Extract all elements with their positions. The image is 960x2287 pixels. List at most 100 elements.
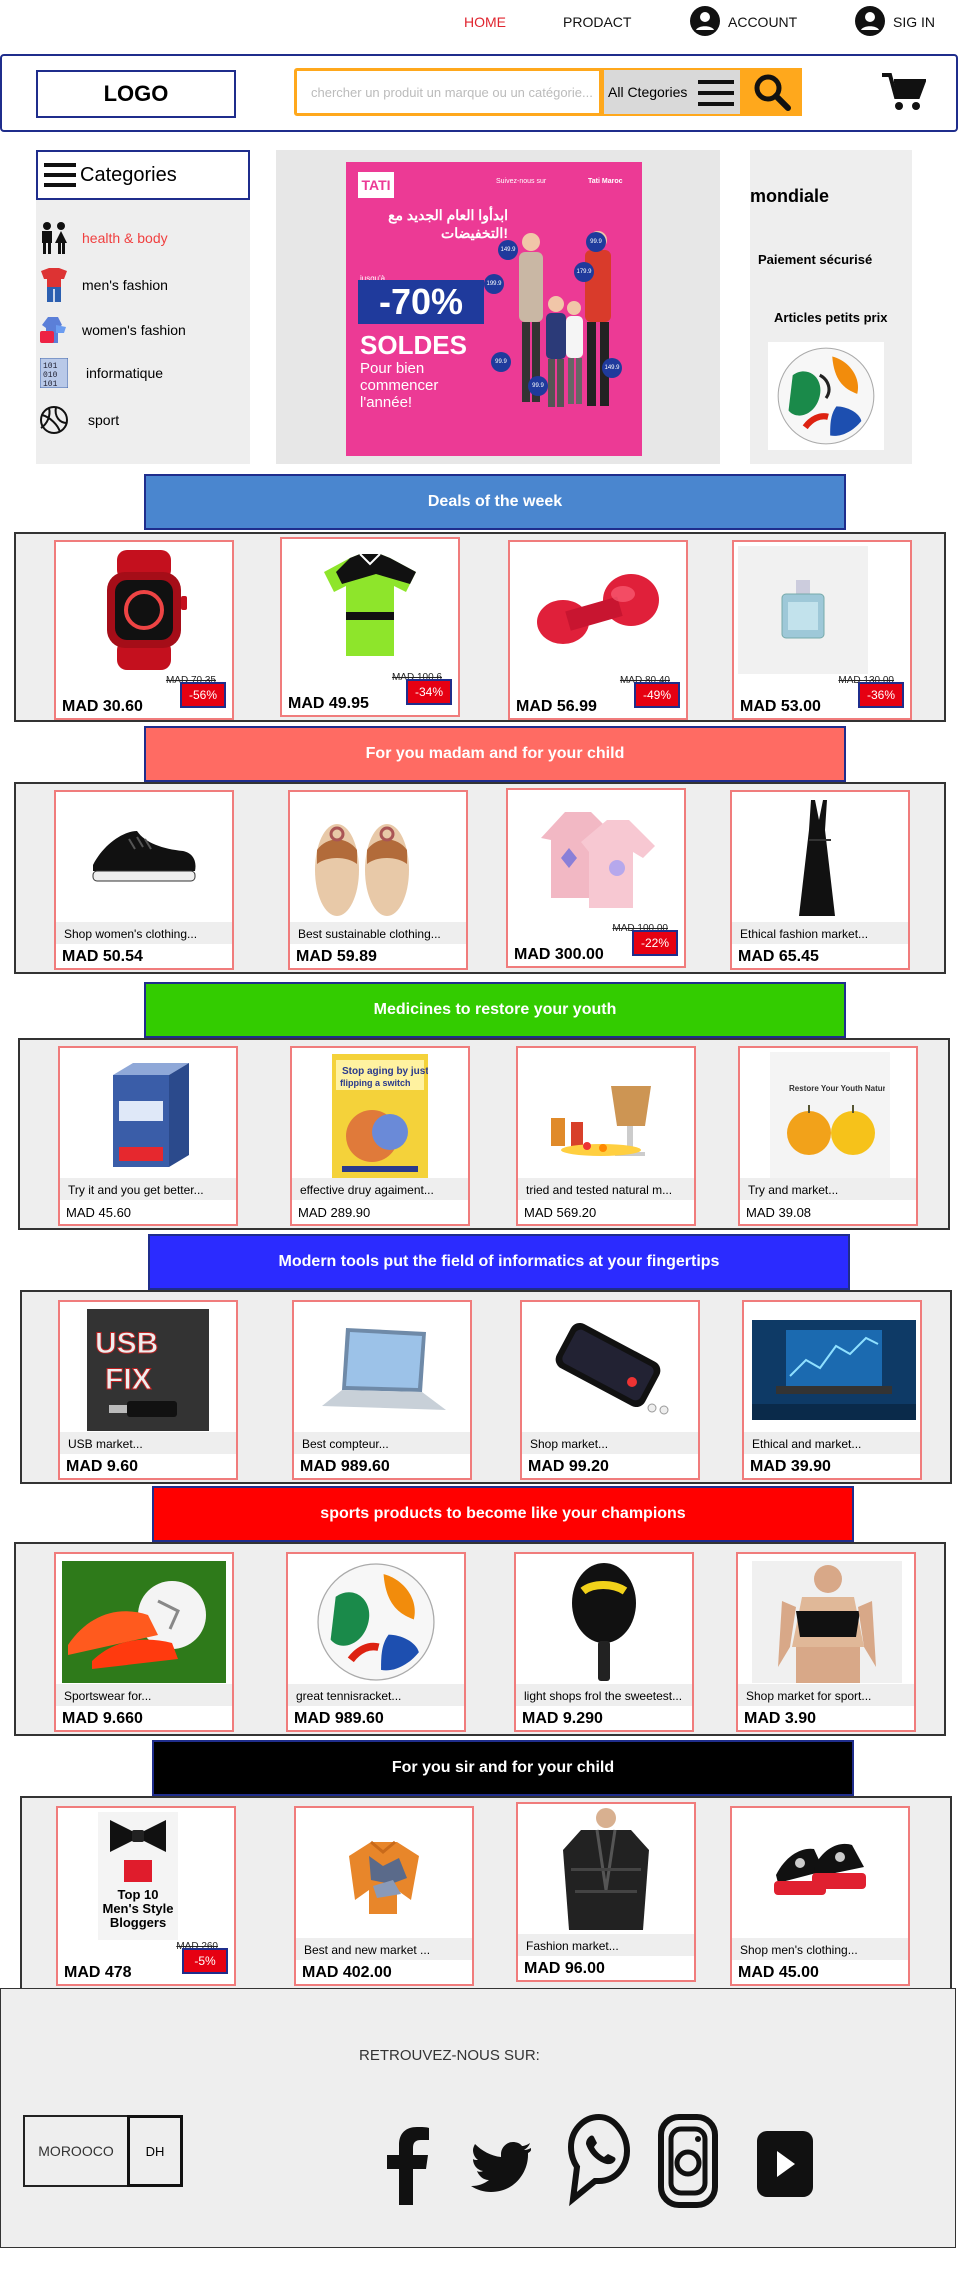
soldes-text: SOLDES	[360, 330, 467, 360]
trading-laptop-icon	[752, 1320, 916, 1420]
price: MAD 989.60	[300, 1458, 390, 1475]
product-card[interactable]: MAD 100.6 MAD 49.95 -34%	[280, 537, 460, 717]
product-card[interactable]: Ethical fashion market... MAD 65.45	[730, 790, 910, 970]
svg-text:USB: USB	[95, 1327, 158, 1360]
smartphone-icon	[555, 1322, 669, 1415]
section-informatics: USB FIX USB market... MAD 9.60 Best compt…	[20, 1290, 952, 1484]
menu-icon	[698, 80, 734, 106]
country-selector[interactable]: MOROOCO	[23, 2115, 129, 2187]
twitter-icon[interactable]	[471, 2129, 531, 2207]
product-image	[294, 1558, 458, 1686]
product-image	[752, 1306, 916, 1434]
price-tag: 149.9	[602, 358, 622, 378]
product-card[interactable]: Top 10 Men's Style Bloggers MAD 260 MAD …	[56, 1806, 236, 1986]
section-madam: Shop women's clothing... MAD 50.54 Best …	[14, 782, 946, 974]
section-title-informatics: Modern tools put the field of informatic…	[148, 1234, 850, 1290]
product-image	[302, 1812, 466, 1940]
people-icon	[42, 222, 67, 254]
discount-badge: -56%	[180, 682, 226, 708]
category-label: health & body	[82, 230, 168, 246]
signin-user-icon[interactable]	[855, 6, 885, 36]
product-card[interactable]: MAD 80.40 MAD 56.99 -49%	[508, 540, 688, 720]
product-image	[62, 796, 226, 924]
ball-icon	[40, 406, 68, 434]
search-input[interactable]: chercher un produit un marque ou un caté…	[294, 68, 602, 116]
product-desc: Shop market for sport...	[738, 1684, 914, 1706]
whatsapp-icon[interactable]	[567, 2113, 631, 2207]
product-card[interactable]: Shop market for sport... MAD 3.90	[736, 1552, 916, 1732]
sandals-icon	[315, 824, 409, 916]
site-header: LOGO chercher un produit un marque ou un…	[0, 54, 958, 132]
product-card[interactable]: Stop aging by just flipping a switch effe…	[290, 1046, 470, 1226]
platform-shoes-icon	[774, 1843, 866, 1895]
nav-account[interactable]: ACCOUNT	[728, 14, 797, 30]
nav-signin[interactable]: SIG IN	[893, 14, 935, 30]
sneaker-icon	[92, 831, 196, 882]
product-card[interactable]: tried and tested natural m... MAD 569.20	[516, 1046, 696, 1226]
category-label: informatique	[86, 365, 164, 381]
product-image	[528, 1306, 692, 1434]
product-card[interactable]: MAD 70.35 MAD 30.60 -56%	[54, 540, 234, 720]
product-image	[514, 794, 678, 922]
product-card[interactable]: Shop men's clothing... MAD 45.00	[730, 1806, 910, 1986]
product-card[interactable]: Best compteur... MAD 989.60	[292, 1300, 472, 1480]
cart-icon[interactable]	[882, 72, 926, 112]
product-card[interactable]: Restore Your Youth Naturally Try and mar…	[738, 1046, 918, 1226]
nav-home[interactable]: HOME	[464, 14, 506, 30]
product-card[interactable]: MAD 130.00 MAD 53.00 -36%	[732, 540, 912, 720]
category-informatique[interactable]: 101 010 101 informatique	[36, 353, 250, 393]
price: MAD 49.95	[288, 695, 369, 712]
price-tag: 99.9	[586, 232, 606, 252]
product-card[interactable]: Best and new market ... MAD 402.00	[294, 1806, 474, 1986]
football-boots-icon	[62, 1561, 226, 1683]
discount-badge: -34%	[406, 679, 452, 705]
category-sport[interactable]: sport	[36, 400, 250, 440]
price: MAD 53.00	[740, 698, 821, 715]
section-sports: Sportswear for... MAD 9.660 great tennis…	[14, 1542, 946, 1736]
price-tag: 99.9	[528, 376, 548, 396]
categories-header[interactable]: Categories	[36, 150, 250, 200]
price: MAD 56.99	[516, 698, 597, 715]
promo-banner: TATI Suivez-nous sur Tati Maroc ابدأوا ا…	[276, 150, 720, 464]
product-desc: Best sustainable clothing...	[290, 922, 466, 944]
facebook-icon[interactable]	[383, 2125, 433, 2205]
product-desc: Try and market...	[740, 1178, 916, 1200]
product-image	[66, 1052, 230, 1180]
product-card[interactable]: Ethical and market... MAD 39.90	[742, 1300, 922, 1480]
product-card[interactable]: Best sustainable clothing... MAD 59.89	[288, 790, 468, 970]
product-card[interactable]: Shop women's clothing... MAD 50.54	[54, 790, 234, 970]
nav-product[interactable]: PRODACT	[563, 14, 631, 30]
product-card[interactable]: Try it and you get better... MAD 45.60	[58, 1046, 238, 1226]
dumbbell-icon	[537, 574, 659, 644]
side-ball-image[interactable]	[768, 342, 884, 450]
product-card[interactable]: USB FIX USB market... MAD 9.60	[58, 1300, 238, 1480]
category-mens-fashion[interactable]: men's fashion	[36, 265, 250, 305]
category-health-body[interactable]: health & body	[36, 218, 250, 258]
sweatshirt-icon	[541, 812, 655, 908]
product-card[interactable]: MAD 100.00 MAD 300.00 -22%	[506, 788, 686, 968]
product-desc: great tennisracket...	[288, 1684, 464, 1706]
promo-image[interactable]: TATI Suivez-nous sur Tati Maroc ابدأوا ا…	[346, 162, 642, 456]
natural-medicine-icon	[551, 1086, 651, 1156]
currency-selector[interactable]: DH	[127, 2115, 183, 2187]
product-desc: Best and new market ...	[296, 1938, 472, 1960]
account-icon[interactable]	[690, 6, 720, 36]
product-image: Stop aging by just flipping a switch	[298, 1052, 462, 1180]
category-select[interactable]: All Ctegories	[602, 68, 742, 116]
product-image	[524, 1052, 688, 1180]
mens-clothes-icon	[41, 268, 67, 302]
product-card[interactable]: great tennisracket... MAD 989.60	[286, 1552, 466, 1732]
svg-text:010: 010	[43, 371, 58, 380]
logo[interactable]: LOGO	[36, 70, 236, 118]
youtube-icon[interactable]	[755, 2129, 815, 2199]
price-tag: 199.9	[484, 274, 504, 294]
product-card[interactable]: Sportswear for... MAD 9.660	[54, 1552, 234, 1732]
price: MAD 478	[64, 1964, 132, 1981]
search-button[interactable]	[742, 68, 802, 116]
menu-icon	[44, 163, 76, 187]
product-card[interactable]: Fashion market... MAD 96.00	[516, 1802, 696, 1982]
instagram-icon[interactable]	[657, 2113, 719, 2209]
category-womens-fashion[interactable]: women's fashion	[36, 310, 250, 350]
product-card[interactable]: light shops frol the sweetest... MAD 9.2…	[514, 1552, 694, 1732]
product-card[interactable]: Shop market... MAD 99.20	[520, 1300, 700, 1480]
